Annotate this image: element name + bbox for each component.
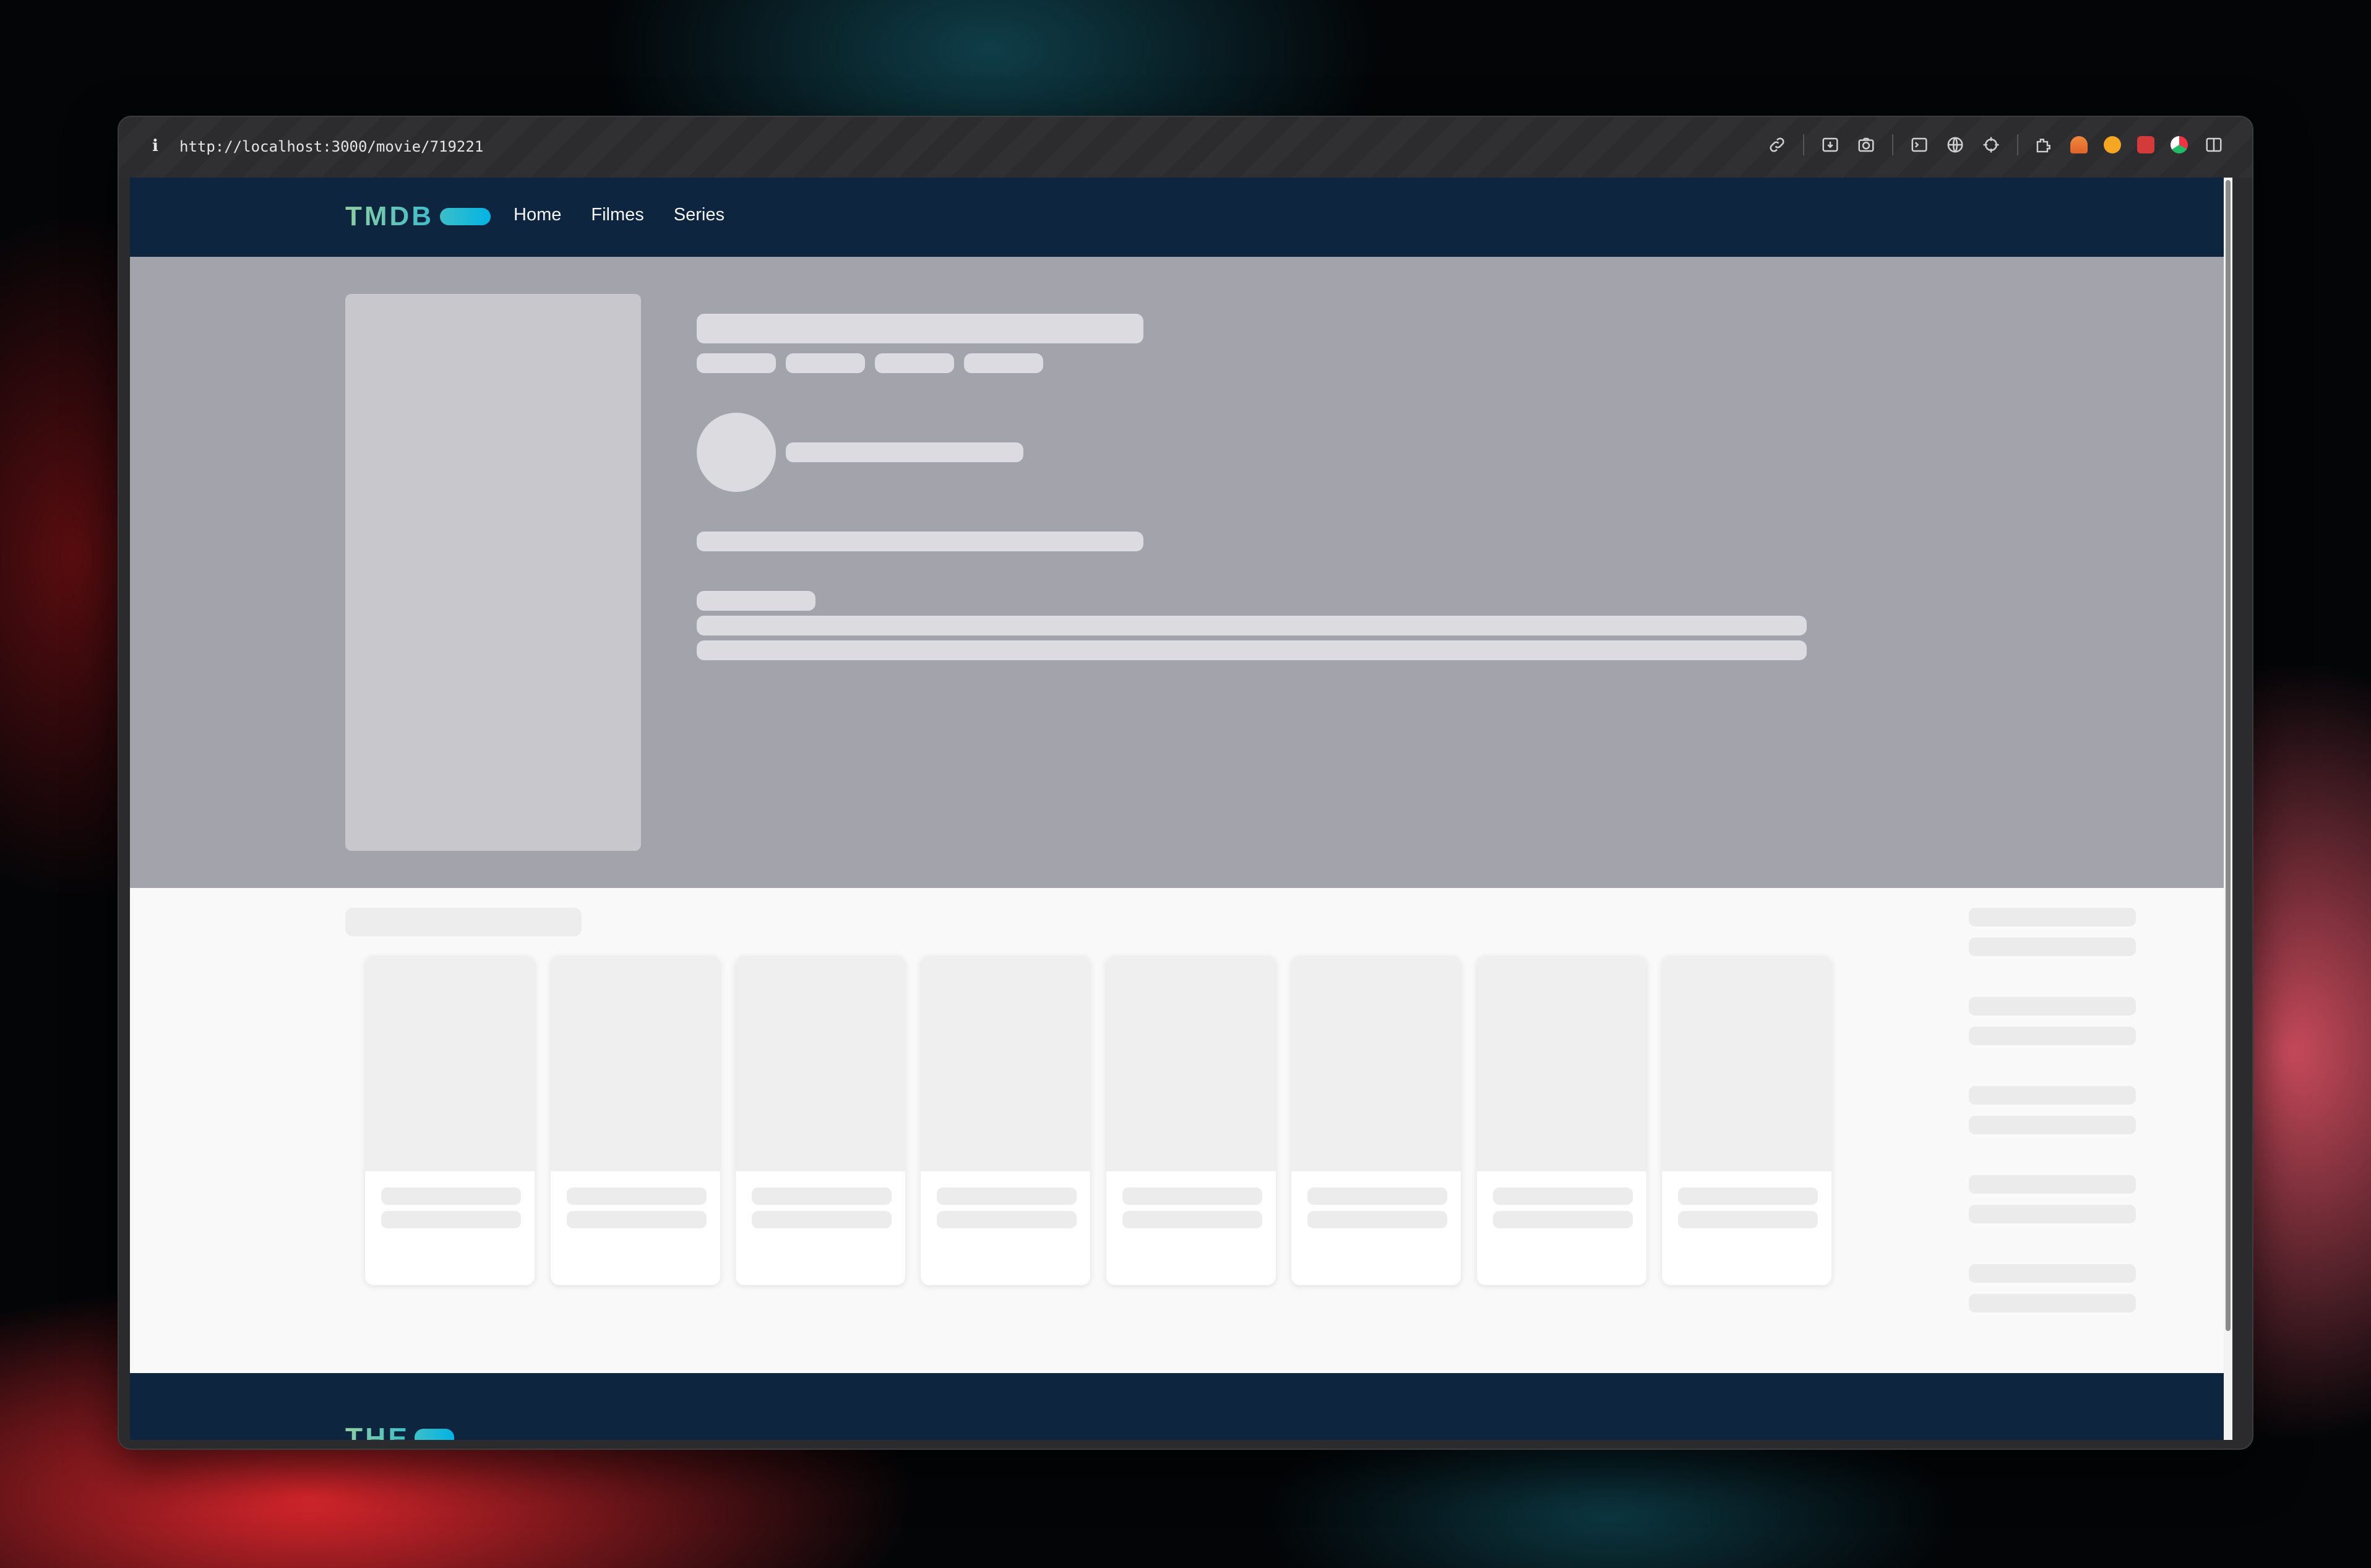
card-line-skeleton xyxy=(937,1187,1077,1205)
tag-skeleton xyxy=(875,353,954,373)
facts-label-skeleton xyxy=(1969,1264,2136,1283)
facts-value-skeleton xyxy=(1969,1027,2136,1045)
extension-orange-icon[interactable] xyxy=(2070,136,2088,153)
card-line-skeleton xyxy=(567,1187,707,1205)
card-line-skeleton xyxy=(381,1211,521,1228)
toolbar-divider xyxy=(2017,134,2018,155)
card-line-skeleton xyxy=(381,1187,521,1205)
site-footer: THE xyxy=(130,1373,2224,1440)
browser-toolbar: i http://localhost:3000/movie/719221 xyxy=(119,117,2252,178)
extensions-icon[interactable] xyxy=(2034,135,2054,155)
link-icon[interactable] xyxy=(1767,135,1787,155)
extension-color-icon[interactable] xyxy=(2171,136,2188,153)
tag-skeleton xyxy=(697,353,776,373)
card-line-skeleton xyxy=(1493,1187,1633,1205)
nav-link-series[interactable]: Series xyxy=(674,205,725,225)
toolbar-icons xyxy=(1767,134,2224,155)
card-line-skeleton xyxy=(1678,1187,1818,1205)
card-line-skeleton xyxy=(752,1187,892,1205)
card-image-skeleton xyxy=(921,956,1090,1171)
card-line-skeleton xyxy=(1493,1211,1633,1228)
footer-logo[interactable]: THE xyxy=(345,1421,454,1440)
facts-value-skeleton xyxy=(1969,1205,2136,1223)
tag-skeleton xyxy=(964,353,1043,373)
tag-skeleton xyxy=(786,353,865,373)
camera-icon[interactable] xyxy=(1856,135,1876,155)
extension-yellow-icon[interactable] xyxy=(2104,136,2121,153)
facts-value-skeleton xyxy=(1969,937,2136,956)
facts-label-skeleton xyxy=(1969,1175,2136,1194)
cast-card-skeleton xyxy=(736,956,905,1285)
cast-card-skeleton xyxy=(1106,956,1276,1285)
footer-logo-text: THE xyxy=(345,1421,410,1440)
globe-icon[interactable] xyxy=(1945,135,1965,155)
card-line-skeleton xyxy=(567,1211,707,1228)
card-line-skeleton xyxy=(1678,1211,1818,1228)
browser-window: i http://localhost:3000/movie/719221 TMD… xyxy=(118,116,2253,1450)
title-skeleton xyxy=(697,314,1143,343)
card-image-skeleton xyxy=(1477,956,1646,1171)
facts-label-skeleton xyxy=(1969,1086,2136,1105)
card-line-skeleton xyxy=(1307,1187,1447,1205)
sidebar-icon[interactable] xyxy=(2204,135,2224,155)
card-line-skeleton xyxy=(1122,1187,1262,1205)
site-navbar: TMDB Home Filmes Series xyxy=(130,178,2224,257)
cast-card-skeleton xyxy=(1477,956,1646,1285)
card-image-skeleton xyxy=(1291,956,1461,1171)
cast-card-skeleton xyxy=(921,956,1090,1285)
card-image-skeleton xyxy=(365,956,535,1171)
overview-heading-skeleton xyxy=(697,591,815,611)
logo-pill xyxy=(440,208,491,225)
terminal-icon[interactable] xyxy=(1909,135,1929,155)
toolbar-divider xyxy=(1803,134,1804,155)
page-scrollbar[interactable] xyxy=(2224,178,2232,1440)
tmdb-logo[interactable]: TMDB xyxy=(345,201,491,232)
extension-red-icon[interactable] xyxy=(2137,136,2154,153)
facts-label-skeleton xyxy=(1969,908,2136,926)
nav-links: Home Filmes Series xyxy=(514,205,725,225)
logo-text: TMDB xyxy=(345,201,434,231)
download-icon[interactable] xyxy=(1820,135,1840,155)
cast-section-skeleton xyxy=(130,888,2224,1373)
section-title-skeleton xyxy=(345,908,582,936)
card-image-skeleton xyxy=(1662,956,1831,1171)
score-label-skeleton xyxy=(786,442,1023,462)
card-line-skeleton xyxy=(1122,1211,1262,1228)
nav-link-home[interactable]: Home xyxy=(514,205,561,225)
card-image-skeleton xyxy=(736,956,905,1171)
cast-card-skeleton xyxy=(1291,956,1461,1285)
cast-card-skeleton xyxy=(551,956,720,1285)
nav-link-filmes[interactable]: Filmes xyxy=(591,205,643,225)
overview-line-skeleton xyxy=(697,616,1807,635)
tagline-skeleton xyxy=(697,532,1143,551)
facts-label-skeleton xyxy=(1969,997,2136,1015)
score-circle-skeleton xyxy=(697,413,776,492)
cast-card-skeleton xyxy=(365,956,535,1285)
facts-value-skeleton xyxy=(1969,1116,2136,1134)
scrollbar-thumb[interactable] xyxy=(2226,180,2231,1331)
card-image-skeleton xyxy=(551,956,720,1171)
card-image-skeleton xyxy=(1106,956,1276,1171)
card-line-skeleton xyxy=(752,1211,892,1228)
info-icon[interactable]: i xyxy=(152,137,158,155)
facts-value-skeleton xyxy=(1969,1294,2136,1312)
card-line-skeleton xyxy=(1307,1211,1447,1228)
card-line-skeleton xyxy=(937,1211,1077,1228)
poster-skeleton xyxy=(345,294,641,851)
overview-line-skeleton xyxy=(697,640,1807,660)
movie-hero-skeleton xyxy=(130,257,2224,888)
crosshair-icon[interactable] xyxy=(1981,135,2001,155)
address-bar[interactable]: http://localhost:3000/movie/719221 xyxy=(179,138,483,155)
cast-card-skeleton xyxy=(1662,956,1831,1285)
toolbar-divider xyxy=(1892,134,1893,155)
footer-logo-pill xyxy=(415,1429,454,1440)
page-viewport: TMDB Home Filmes Series THE xyxy=(130,178,2232,1440)
